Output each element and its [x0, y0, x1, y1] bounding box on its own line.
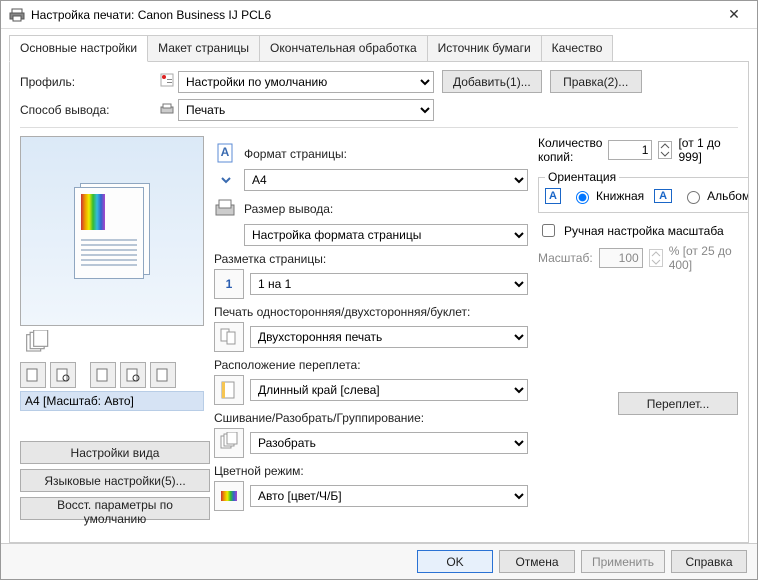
output-method-row: Способ вывода: Печать: [20, 99, 738, 121]
profile-select[interactable]: Настройки по умолчанию: [178, 71, 434, 93]
print-mode-select[interactable]: Двухсторонняя печать: [250, 326, 528, 348]
profile-label: Профиль:: [20, 75, 160, 89]
preview-column: A4 [Масштаб: Авто] Настройки вида Языков…: [20, 136, 204, 520]
copies-spinner-icon[interactable]: [658, 141, 672, 159]
binding-icon: [214, 375, 244, 405]
close-button[interactable]: ✕: [715, 1, 753, 29]
scale-row: Масштаб: % [от 25 до 400]: [538, 244, 738, 272]
scale-input: [599, 248, 643, 268]
page-size-select[interactable]: A4: [244, 169, 528, 191]
binding-options-button[interactable]: Переплет...: [618, 392, 738, 415]
apply-button: Применить: [581, 550, 665, 573]
profile-edit-button[interactable]: Правка(2)...: [550, 70, 642, 93]
portrait-icon: A: [545, 188, 561, 204]
window-title: Настройка печати: Canon Business IJ PCL6: [31, 8, 715, 22]
scale-spinner-icon: [649, 249, 663, 267]
output-method-label: Способ вывода:: [20, 103, 160, 117]
orientation-legend: Ориентация: [545, 170, 619, 184]
page-size-label: A Формат страницы:: [214, 142, 528, 166]
profile-flag-icon: [160, 73, 174, 90]
page-size-icon: A: [214, 142, 238, 166]
tab-strip: Основные настройки Макет страницы Оконча…: [9, 35, 749, 62]
main-columns: A4 [Масштаб: Авто] Настройки вида Языков…: [20, 136, 738, 520]
left-buttons-group: Настройки вида Языковые настройки(5)... …: [20, 441, 204, 520]
page-layout-select[interactable]: 1 на 1: [250, 273, 528, 295]
finishing-icon: [214, 428, 244, 458]
profile-row: Профиль: Настройки по умолчанию Добавить…: [20, 70, 738, 93]
orientation-group: Ориентация A Книжная A Альбомная: [538, 170, 749, 213]
titlebar: Настройка печати: Canon Business IJ PCL6…: [1, 1, 757, 29]
copies-label: Количество копий:: [538, 136, 602, 164]
binding-select[interactable]: Длинный край [слева]: [250, 379, 528, 401]
restore-defaults-button[interactable]: Восст. параметры по умолчанию: [20, 497, 210, 520]
printer-icon: [9, 7, 25, 23]
color-mode-icon: [214, 481, 244, 511]
print-preferences-window: Настройка печати: Canon Business IJ PCL6…: [0, 0, 758, 580]
landscape-icon: A: [654, 189, 672, 203]
profile-add-button[interactable]: Добавить(1)...: [442, 70, 542, 93]
tab-paper-source[interactable]: Источник бумаги: [427, 35, 542, 62]
copies-input[interactable]: [608, 140, 652, 160]
dialog-footer: OK Отмена Применить Справка: [1, 543, 757, 579]
output-method-select[interactable]: Печать: [178, 99, 434, 121]
preview-caption: A4 [Масштаб: Авто]: [20, 391, 204, 411]
language-settings-button[interactable]: Языковые настройки(5)...: [20, 469, 210, 492]
finishing-select[interactable]: Разобрать: [250, 432, 528, 454]
output-size-select[interactable]: Настройка формата страницы: [244, 224, 528, 246]
svg-text:A: A: [221, 145, 230, 159]
tab-quality[interactable]: Качество: [541, 35, 614, 62]
output-size-icon: [214, 197, 238, 221]
tab-page-layout[interactable]: Макет страницы: [147, 35, 260, 62]
view-settings-button[interactable]: Настройки вида: [20, 441, 210, 464]
print-icon: [160, 102, 174, 119]
copies-range-hint: [от 1 до 999]: [678, 136, 738, 164]
page-layout-icon: 1: [214, 269, 244, 299]
content-area: Основные настройки Макет страницы Оконча…: [1, 29, 757, 543]
scale-label: Масштаб:: [538, 251, 593, 265]
collate-preview-icon: [22, 330, 50, 358]
tab-main[interactable]: Основные настройки: [9, 35, 148, 62]
copies-row: Количество копий: [от 1 до 999]: [538, 136, 738, 164]
color-mode-select[interactable]: Авто [цвет/Ч/Б]: [250, 485, 528, 507]
color-mode-label: Цветной режим:: [214, 464, 528, 478]
binding-label: Расположение переплета:: [214, 358, 528, 372]
landscape-radio[interactable]: Альбомная: [682, 188, 749, 204]
preview-page-stack: [74, 183, 150, 279]
preview-tool-1[interactable]: [20, 362, 46, 388]
right-column: Количество копий: [от 1 до 999] Ориентац…: [538, 136, 738, 520]
output-size-label: Размер вывода:: [214, 197, 528, 221]
ok-button[interactable]: OK: [417, 550, 493, 573]
preview-tool-row: [20, 362, 204, 388]
print-mode-label: Печать односторонняя/двухсторонняя/букле…: [214, 305, 528, 319]
preview-tool-4[interactable]: [120, 362, 146, 388]
help-button[interactable]: Справка: [671, 550, 747, 573]
scale-range-hint: % [от 25 до 400]: [669, 244, 738, 272]
tab-panel-main: Профиль: Настройки по умолчанию Добавить…: [9, 61, 749, 543]
arrow-down-icon: [214, 174, 238, 186]
finishing-label: Сшивание/Разобрать/Группирование:: [214, 411, 528, 425]
preview-tool-2[interactable]: [50, 362, 76, 388]
cancel-button[interactable]: Отмена: [499, 550, 575, 573]
settings-column: A Формат страницы: A4 Размер вывода:: [214, 136, 528, 520]
portrait-radio[interactable]: Книжная: [571, 188, 644, 204]
preview-box: [20, 136, 204, 326]
print-mode-icon: [214, 322, 244, 352]
preview-tool-5[interactable]: [150, 362, 176, 388]
manual-scale-checkbox[interactable]: Ручная настройка масштаба: [538, 221, 738, 240]
tab-finishing[interactable]: Окончательная обработка: [259, 35, 428, 62]
page-layout-label: Разметка страницы:: [214, 252, 528, 266]
preview-tool-3[interactable]: [90, 362, 116, 388]
